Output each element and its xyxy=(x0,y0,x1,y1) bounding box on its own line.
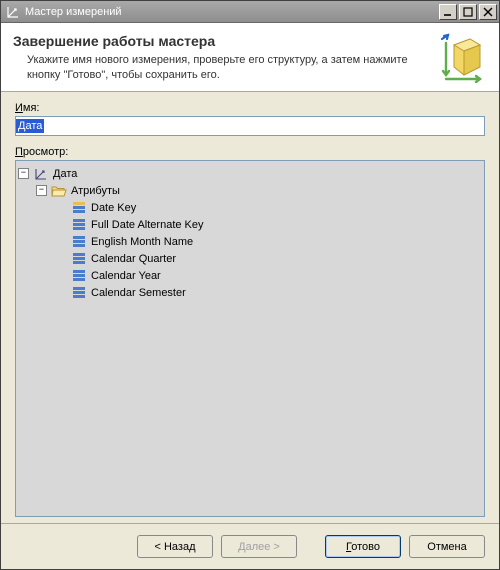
titlebar: Мастер измерений xyxy=(1,1,499,23)
attribute-icon xyxy=(73,269,87,283)
minimize-button[interactable] xyxy=(439,4,457,20)
attribute-icon xyxy=(73,201,87,215)
tree-attribute-label: Calendar Semester xyxy=(91,287,186,299)
tree-attribute-item[interactable]: English Month Name xyxy=(18,233,482,250)
dimension-node-icon xyxy=(33,166,49,182)
wizard-header: Завершение работы мастера Укажите имя но… xyxy=(1,23,499,92)
tree-attribute-label: Full Date Alternate Key xyxy=(91,219,204,231)
attribute-icon xyxy=(73,218,87,232)
tree-root[interactable]: − Дата xyxy=(18,165,482,182)
next-button: Далее > xyxy=(221,535,297,558)
tree-attribute-item[interactable]: Date Key xyxy=(18,199,482,216)
dimension-icon xyxy=(5,4,21,20)
wizard-window: Мастер измерений Завершение работы масте… xyxy=(0,0,500,570)
attribute-icon xyxy=(73,235,87,249)
cube-icon xyxy=(437,33,487,83)
tree-attribute-label: English Month Name xyxy=(91,236,193,248)
attribute-icon xyxy=(73,286,87,300)
folder-open-icon xyxy=(51,183,67,199)
tree-attributes-label: Атрибуты xyxy=(71,185,120,197)
tree-attribute-label: Calendar Quarter xyxy=(91,253,176,265)
tree-attributes-folder[interactable]: − Атрибуты xyxy=(18,182,482,199)
tree-attribute-item[interactable]: Calendar Year xyxy=(18,267,482,284)
tree-attribute-item[interactable]: Calendar Quarter xyxy=(18,250,482,267)
name-input-value: Дата xyxy=(16,119,44,133)
page-title: Завершение работы мастера xyxy=(13,33,437,49)
tree-attribute-label: Date Key xyxy=(91,202,136,214)
cancel-button[interactable]: Отмена xyxy=(409,535,485,558)
expander-icon[interactable]: − xyxy=(36,185,47,196)
maximize-button[interactable] xyxy=(459,4,477,20)
button-bar: < Назад Далее > Готово Отмена xyxy=(1,523,499,569)
attribute-icon xyxy=(73,252,87,266)
name-input[interactable]: Дата xyxy=(15,116,485,136)
content-area: Завершение работы мастера Укажите имя но… xyxy=(1,23,499,569)
tree-attribute-item[interactable]: Calendar Semester xyxy=(18,284,482,301)
preview-tree[interactable]: − Дата − xyxy=(15,160,485,517)
tree-attribute-label: Calendar Year xyxy=(91,270,161,282)
tree-root-label: Дата xyxy=(53,168,77,180)
window-title: Мастер измерений xyxy=(25,6,439,18)
tree-attribute-item[interactable]: Full Date Alternate Key xyxy=(18,216,482,233)
form-area: Имя: Дата Просмотр: − xyxy=(1,92,499,523)
expander-icon[interactable]: − xyxy=(18,168,29,179)
close-button[interactable] xyxy=(479,4,497,20)
preview-label: Просмотр: xyxy=(15,146,485,158)
name-label: Имя: xyxy=(15,102,485,114)
page-subtitle: Укажите имя нового измерения, проверьте … xyxy=(13,53,437,83)
finish-button[interactable]: Готово xyxy=(325,535,401,558)
back-button[interactable]: < Назад xyxy=(137,535,213,558)
